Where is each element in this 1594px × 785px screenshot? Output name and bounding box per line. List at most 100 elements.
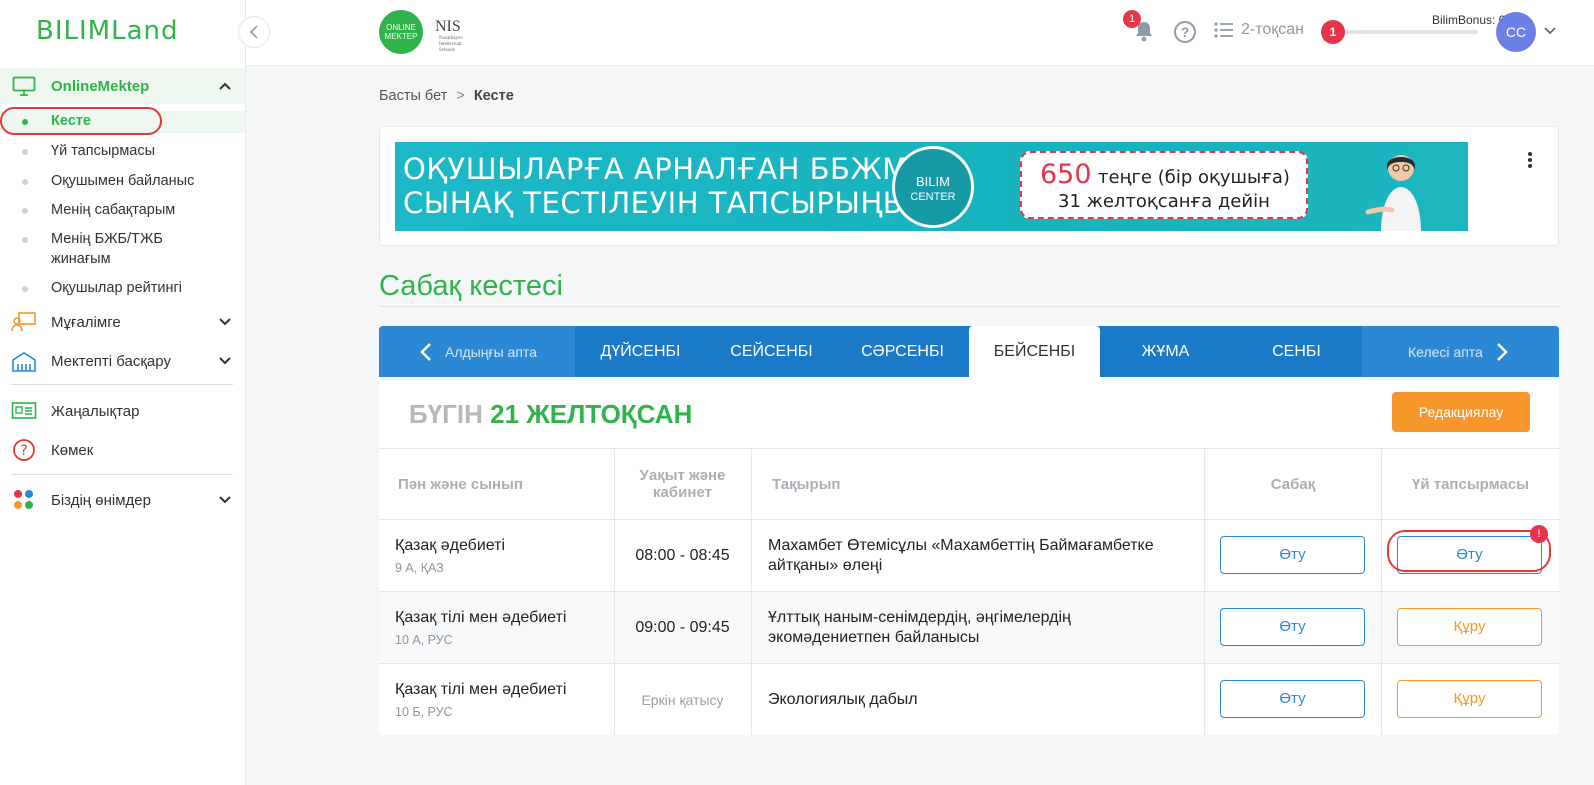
nis-logo-text: NIS (435, 18, 461, 35)
col-header-lesson: Сабақ (1270, 475, 1316, 493)
edit-button[interactable]: Редакциялау (1392, 392, 1530, 432)
sidebar-item-products[interactable]: Біздің өнімдер (0, 488, 245, 512)
nis-logo[interactable]: NIS Nazarbayev Intellectual Schools (431, 10, 475, 54)
sidebar-divider (11, 474, 233, 475)
sidebar-item-label: Көмек (51, 441, 94, 459)
table-row: Қазақ әдебиеті 9 А, ҚАЗ 08:00 - 08:45 Ма… (379, 519, 1559, 591)
bilimland-logo[interactable]: BILIMLand (36, 16, 179, 46)
banner-deadline: 31 желтоқсанға дейін (1058, 191, 1270, 212)
chevron-right-icon (1496, 342, 1508, 361)
sidebar-item-label: Біздің өнімдер (51, 491, 151, 509)
onlinemektep-logo[interactable]: ONLINE MEKTEP (379, 10, 423, 54)
monitor-icon (11, 75, 37, 97)
bilim-center-logo: BILIM CENTER (892, 146, 974, 228)
help-circle-icon: ? (11, 439, 37, 461)
sidebar-item-my-tests[interactable]: Менің БЖБ/ТЖБ жинағым (0, 229, 200, 269)
bilimbonus-progress (1338, 30, 1478, 34)
banner-line2: СЫНАҚ ТЕСТІЛЕУІН ТАПСЫРЫҢЫЗ! (403, 186, 941, 220)
sidebar-divider (11, 384, 233, 385)
lesson-topic: Махамбет Өтемісұлы «Махамбеттің Баймағам… (768, 537, 1154, 574)
lesson-go-button[interactable]: Өту (1220, 680, 1365, 718)
school-icon (11, 350, 37, 372)
sidebar-item-label: Үй тапсырмасы (51, 143, 156, 159)
homework-create-button[interactable]: Құру (1397, 608, 1542, 646)
bullet-icon (22, 237, 28, 243)
banner-price-unit: теңге (бір оқушыға) (1098, 167, 1290, 188)
tab-tuesday[interactable]: СЕЙСЕНБІ (706, 326, 837, 377)
banner-line1: ОҚУШЫЛАРҒА АРНАЛҒАН ББЖМ (403, 152, 908, 186)
prev-week-button[interactable]: Алдыңғы апта (379, 326, 575, 377)
help-button[interactable]: ? (1174, 21, 1196, 43)
next-week-label: Келесі апта (1408, 343, 1483, 360)
chevron-down-icon[interactable] (1544, 24, 1556, 38)
sidebar-item-student-contact[interactable]: Оқушымен байланыс (0, 171, 245, 191)
week-tabs: Алдыңғы апта ДҮЙСЕНБІ СЕЙСЕНБІ СӘРСЕНБІ … (379, 326, 1559, 377)
column-divider (1204, 448, 1205, 735)
today-date: 21 ЖЕЛТОҚСАН (490, 399, 693, 429)
apps-icon (11, 489, 37, 511)
topbar: ONLINE MEKTEP NIS Nazarbayev Intellectua… (246, 0, 1594, 66)
lesson-topic: Экологиялық дабыл (768, 691, 918, 708)
collapse-sidebar-button[interactable] (238, 16, 270, 48)
column-divider (751, 448, 752, 735)
lesson-go-button[interactable]: Өту (1220, 536, 1365, 574)
class-name: 9 А, ҚАЗ (395, 561, 444, 575)
banner-card: ОҚУШЫЛАРҒА АРНАЛҒАН ББЖМ СЫНАҚ ТЕСТІЛЕУІ… (379, 126, 1559, 246)
class-name: 10 Б, РУС (395, 705, 453, 719)
sidebar-item-help[interactable]: ? Көмек (0, 438, 245, 462)
tab-wednesday[interactable]: СӘРСЕНБІ (837, 326, 968, 377)
col-header-subject: Пән және сынып (398, 475, 523, 493)
bonus-level-badge: 1 (1321, 20, 1345, 44)
bullet-icon (22, 208, 28, 214)
sidebar-item-student-rating[interactable]: Оқушылар рейтингі (0, 278, 245, 298)
more-vertical-icon[interactable] (1526, 151, 1534, 169)
lesson-go-button[interactable]: Өту (1220, 608, 1365, 646)
tab-monday[interactable]: ДҮЙСЕНБІ (575, 326, 706, 377)
bilim-center-brand-sub: CENTER (910, 191, 956, 203)
avatar[interactable]: СС (1496, 12, 1536, 52)
teacher-icon (11, 311, 37, 333)
chevron-down-icon[interactable] (219, 354, 231, 368)
sidebar: BILIMLand OnlineMektep Кесте Үй тапсырма… (0, 0, 246, 785)
homework-create-button[interactable]: Құру (1397, 680, 1542, 718)
nis-logo-subtitle: Nazarbayev Intellectual Schools (439, 36, 463, 53)
table-row: Қазақ тілі мен әдебиеті 10 Б, РУС Еркін … (379, 663, 1559, 735)
sidebar-item-label: Менің БЖБ/ТЖБ жинағым (51, 231, 163, 267)
sidebar-item-label: OnlineMektep (51, 77, 150, 95)
homework-alert-badge: ! (1530, 525, 1548, 543)
newspaper-icon (11, 400, 37, 422)
sidebar-item-homework[interactable]: Үй тапсырмасы (0, 141, 245, 161)
sidebar-item-teacher[interactable]: Мұғалімге (0, 310, 245, 334)
lesson-time: 08:00 - 08:45 (635, 547, 730, 564)
breadcrumb-home-link[interactable]: Басты бет (379, 88, 447, 104)
quarter-label: 2-тоқсан (1241, 21, 1305, 38)
price-box: 650 теңге (бір оқушыға) 31 желтоқсанға д… (1020, 151, 1308, 219)
tab-friday[interactable]: ЖҰМА (1100, 326, 1231, 377)
lesson-topic: Ұлттық наным-сенімдердің, әңгімелердің э… (768, 609, 1071, 646)
sidebar-item-onlinemektep[interactable]: OnlineMektep (0, 74, 245, 98)
tab-saturday[interactable]: СЕНБІ (1231, 326, 1362, 377)
schedule-card: Алдыңғы апта ДҮЙСЕНБІ СЕЙСЕНБІ СӘРСЕНБІ … (379, 326, 1559, 735)
sidebar-item-school-management[interactable]: Мектепті басқару (0, 349, 245, 373)
banner-price: 650 (1040, 159, 1092, 190)
subject-name: Қазақ тілі мен әдебиеті (395, 681, 567, 698)
bullet-icon (22, 149, 28, 155)
title-divider (379, 306, 1559, 307)
chevron-down-icon[interactable] (219, 493, 231, 507)
chevron-left-icon (420, 342, 431, 361)
chevron-up-icon[interactable] (219, 79, 231, 93)
chevron-down-icon[interactable] (219, 315, 231, 329)
sidebar-item-news[interactable]: Жаңалықтар (0, 399, 245, 423)
quarter-selector[interactable]: 2-тоқсан (1214, 21, 1304, 39)
tab-thursday[interactable]: БЕЙСЕНБІ (969, 326, 1100, 377)
today-heading: БҮГІН 21 ЖЕЛТОҚСАН (409, 399, 692, 430)
sidebar-item-my-lessons[interactable]: Менің сабақтарым (0, 200, 245, 220)
bullet-icon (22, 179, 28, 185)
svg-text:?: ? (20, 443, 27, 459)
next-week-button[interactable]: Келесі апта (1362, 326, 1559, 377)
breadcrumb-separator: > (456, 88, 465, 104)
prev-week-label: Алдыңғы апта (445, 343, 537, 360)
promo-banner[interactable]: ОҚУШЫЛАРҒА АРНАЛҒАН ББЖМ СЫНАҚ ТЕСТІЛЕУІ… (395, 142, 1468, 231)
sidebar-item-label: Менің сабақтарым (51, 202, 176, 218)
list-icon (1214, 22, 1233, 38)
